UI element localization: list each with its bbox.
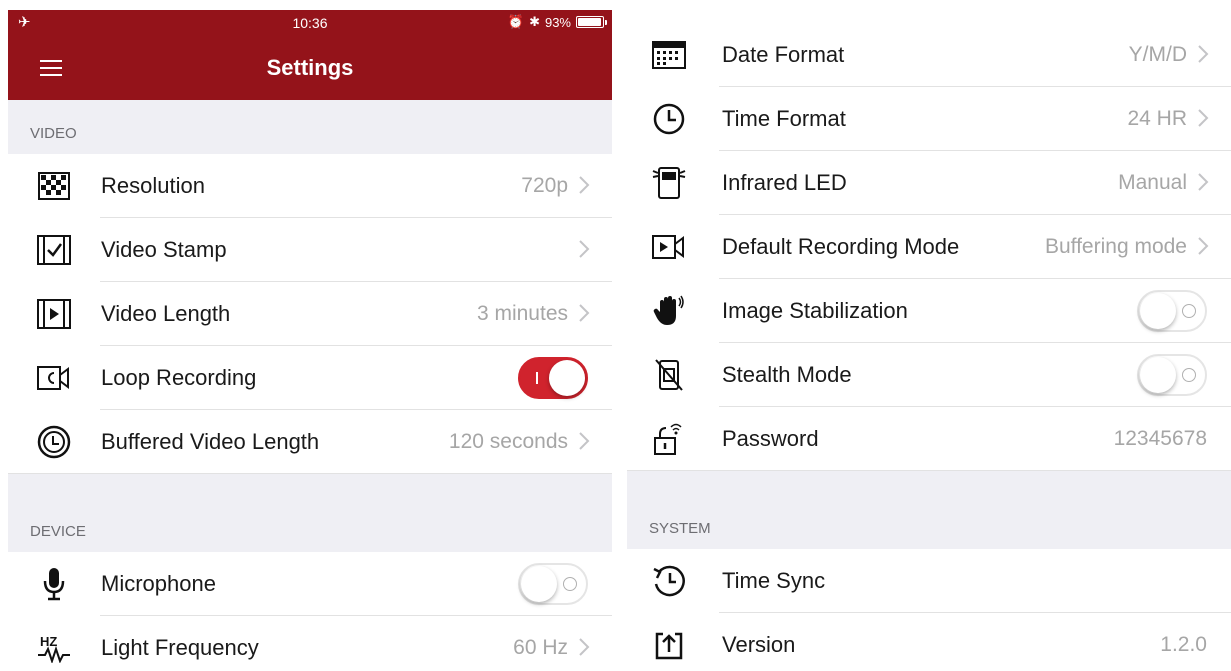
settings-screen-left: ✈ 10:36 ⏰ ✱ 93% Settings VIDEO Resolutio… bbox=[8, 10, 612, 671]
video-stamp-label: Video Stamp bbox=[101, 237, 227, 262]
version-row: Version 1.2.0 bbox=[627, 613, 1231, 671]
time-sync-row[interactable]: Time Sync bbox=[627, 549, 1231, 613]
lock-wifi-icon bbox=[651, 421, 687, 457]
resolution-row[interactable]: Resolution 720p bbox=[8, 154, 612, 218]
resolution-label: Resolution bbox=[101, 173, 205, 198]
chevron-right-icon bbox=[579, 304, 590, 322]
video-stamp-icon bbox=[36, 232, 72, 268]
settings-screen-right: Date Format Y/M/D Time Format 24 HR Infr… bbox=[627, 0, 1231, 671]
light-frequency-row[interactable]: HZ Light Frequency 60 Hz bbox=[8, 616, 612, 671]
bluetooth-icon: ✱ bbox=[529, 14, 540, 29]
stealth-mode-toggle[interactable] bbox=[1137, 354, 1207, 396]
light-frequency-value: 60 Hz bbox=[513, 636, 568, 659]
infrared-led-row[interactable]: Infrared LED Manual bbox=[627, 151, 1231, 215]
chevron-right-icon bbox=[1198, 109, 1209, 127]
default-recording-mode-label: Default Recording Mode bbox=[722, 234, 960, 259]
buffered-video-length-label: Buffered Video Length bbox=[101, 429, 320, 454]
video-length-value: 3 minutes bbox=[476, 302, 568, 325]
time-sync-label: Time Sync bbox=[722, 568, 826, 593]
chevron-right-icon bbox=[579, 638, 590, 656]
battery-percent: 93% bbox=[544, 14, 571, 30]
image-stabilization-label: Image Stabilization bbox=[722, 298, 908, 323]
nav-bar: Settings bbox=[8, 36, 612, 100]
infrared-led-label: Infrared LED bbox=[722, 170, 847, 195]
clock-icon bbox=[651, 101, 687, 137]
buffered-clock-icon bbox=[36, 424, 72, 460]
chevron-right-icon bbox=[579, 176, 590, 194]
image-stabilization-row: Image Stabilization bbox=[627, 279, 1231, 343]
resolution-icon bbox=[36, 168, 72, 204]
time-format-row[interactable]: Time Format 24 HR bbox=[627, 87, 1231, 151]
svg-text:HZ: HZ bbox=[40, 634, 57, 649]
light-frequency-icon: HZ bbox=[36, 630, 72, 666]
section-header-video: VIDEO bbox=[8, 100, 612, 154]
status-bar: ✈ 10:36 ⏰ ✱ 93% bbox=[8, 10, 612, 36]
video-length-label: Video Length bbox=[101, 301, 231, 326]
chevron-right-icon bbox=[1198, 173, 1209, 191]
time-format-value: 24 HR bbox=[1127, 107, 1187, 130]
loop-recording-row: Loop Recording bbox=[8, 346, 612, 410]
date-format-value: Y/M/D bbox=[1128, 43, 1187, 66]
stealth-icon bbox=[651, 357, 687, 393]
microphone-row: Microphone bbox=[8, 552, 612, 616]
alarm-icon: ⏰ bbox=[507, 14, 525, 29]
stealth-mode-row: Stealth Mode bbox=[627, 343, 1231, 407]
password-value: 12345678 bbox=[1113, 427, 1207, 450]
section-header-device: DEVICE bbox=[8, 514, 612, 552]
version-upload-icon bbox=[651, 627, 687, 663]
microphone-icon bbox=[36, 566, 72, 602]
video-stamp-row[interactable]: Video Stamp bbox=[8, 218, 612, 282]
date-format-label: Date Format bbox=[722, 42, 845, 67]
section-header-system: SYSTEM bbox=[627, 509, 1231, 549]
infrared-led-icon bbox=[651, 165, 687, 201]
loop-recording-label: Loop Recording bbox=[101, 365, 257, 390]
version-label: Version bbox=[722, 632, 796, 657]
microphone-label: Microphone bbox=[101, 571, 216, 596]
page-title: Settings bbox=[266, 55, 354, 80]
buffered-video-length-row[interactable]: Buffered Video Length 120 seconds bbox=[8, 410, 612, 474]
chevron-right-icon bbox=[1198, 237, 1209, 255]
video-length-icon bbox=[36, 296, 72, 332]
microphone-toggle[interactable] bbox=[518, 563, 588, 605]
buffered-video-length-value: 120 seconds bbox=[448, 430, 568, 453]
infrared-led-value: Manual bbox=[1118, 171, 1187, 194]
password-row[interactable]: Password 12345678 bbox=[627, 407, 1231, 471]
calendar-icon bbox=[651, 37, 687, 73]
video-camera-icon bbox=[651, 229, 687, 265]
resolution-value: 720p bbox=[521, 174, 568, 197]
default-recording-mode-row[interactable]: Default Recording Mode Buffering mode bbox=[627, 215, 1231, 279]
light-frequency-label: Light Frequency bbox=[101, 635, 259, 660]
chevron-right-icon bbox=[579, 432, 590, 450]
date-format-row[interactable]: Date Format Y/M/D bbox=[627, 23, 1231, 87]
chevron-right-icon bbox=[1198, 45, 1209, 63]
hand-icon bbox=[651, 293, 687, 329]
image-stabilization-toggle[interactable] bbox=[1137, 290, 1207, 332]
default-recording-mode-value: Buffering mode bbox=[1044, 235, 1187, 258]
password-label: Password bbox=[722, 426, 819, 451]
time-format-label: Time Format bbox=[722, 106, 846, 131]
loop-recording-icon bbox=[36, 360, 72, 396]
chevron-right-icon bbox=[579, 240, 590, 258]
loop-recording-toggle[interactable] bbox=[518, 357, 588, 399]
battery-icon bbox=[576, 16, 607, 28]
version-value: 1.2.0 bbox=[1160, 633, 1207, 656]
stealth-mode-label: Stealth Mode bbox=[722, 362, 852, 387]
video-length-row[interactable]: Video Length 3 minutes bbox=[8, 282, 612, 346]
time-sync-icon bbox=[651, 563, 687, 599]
